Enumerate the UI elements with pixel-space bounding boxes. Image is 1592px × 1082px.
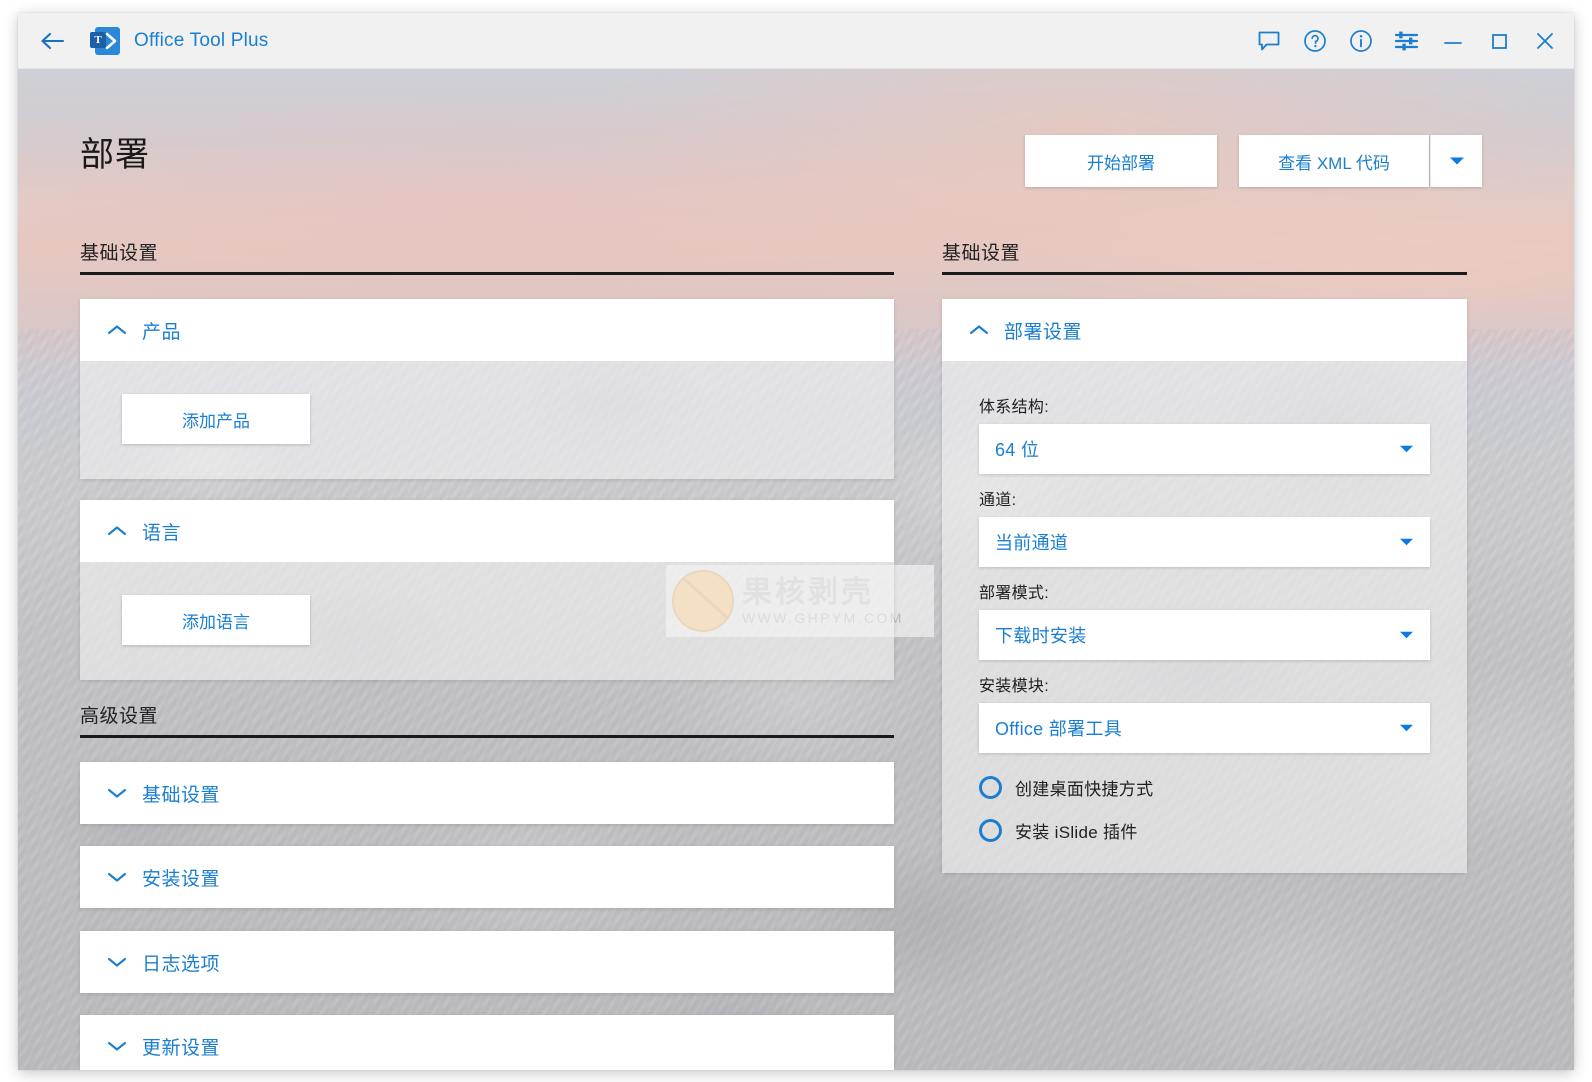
maximize-icon bbox=[1492, 33, 1507, 49]
chevron-down-icon bbox=[106, 1040, 128, 1052]
deploy-mode-label: 部署模式: bbox=[979, 585, 1049, 602]
chevron-down-icon bbox=[106, 956, 128, 968]
card-update-settings: 更新设置 bbox=[80, 1015, 894, 1070]
application-window: T Office Tool Plus 部署 开始部署 查看 XML 代码 基础设… bbox=[18, 13, 1574, 1070]
left-basic-section-label: 基础设置 bbox=[80, 243, 159, 264]
install-module-label: 安装模块: bbox=[979, 678, 1049, 695]
card-languages-body: 添加语言 bbox=[80, 562, 894, 680]
card-install-settings: 安装设置 bbox=[80, 846, 894, 908]
create-desktop-shortcut-toggle[interactable]: 创建桌面快捷方式 bbox=[979, 775, 1430, 800]
title-bar: T Office Tool Plus bbox=[18, 13, 1574, 69]
advanced-section-label: 高级设置 bbox=[80, 706, 159, 727]
chevron-up-icon bbox=[106, 525, 128, 537]
card-log-options-header[interactable]: 日志选项 bbox=[80, 931, 894, 993]
channel-select[interactable]: 当前通道 bbox=[979, 517, 1430, 567]
card-languages-title: 语言 bbox=[142, 522, 182, 544]
minimize-button[interactable] bbox=[1430, 19, 1476, 63]
add-language-button[interactable]: 添加语言 bbox=[122, 595, 310, 645]
feedback-icon bbox=[1258, 31, 1280, 50]
card-advanced-basic-header[interactable]: 基础设置 bbox=[80, 762, 894, 824]
header-action-group: 开始部署 查看 XML 代码 bbox=[1025, 135, 1482, 187]
create-desktop-shortcut-label: 创建桌面快捷方式 bbox=[1015, 780, 1154, 799]
channel-value: 当前通道 bbox=[995, 533, 1069, 553]
architecture-label: 体系结构: bbox=[979, 399, 1049, 416]
help-icon bbox=[1304, 29, 1326, 52]
logo-chevron-icon bbox=[105, 32, 117, 49]
feedback-button[interactable] bbox=[1246, 19, 1292, 63]
view-xml-dropdown-button[interactable] bbox=[1430, 135, 1482, 187]
right-basic-section-label: 基础设置 bbox=[942, 243, 1021, 264]
install-islide-toggle[interactable]: 安装 iSlide 插件 bbox=[979, 818, 1430, 843]
close-button[interactable] bbox=[1522, 19, 1568, 63]
start-deploy-button[interactable]: 开始部署 bbox=[1025, 135, 1217, 187]
page-title: 部署 bbox=[80, 136, 150, 174]
channel-label: 通道: bbox=[979, 492, 1017, 509]
deploy-page: 部署 开始部署 查看 XML 代码 基础设置 产品 添加产品 语言 添加语言 高… bbox=[18, 68, 1574, 1070]
titlebar-icon-group bbox=[1246, 19, 1568, 63]
chevron-down-icon bbox=[1449, 157, 1464, 165]
architecture-select[interactable]: 64 位 bbox=[979, 424, 1430, 474]
card-deploy-settings: 部署设置 体系结构: 64 位 通道: 当前通道 部署模式: 下载时安装 安装模… bbox=[942, 299, 1467, 873]
chevron-down-icon bbox=[1399, 724, 1414, 733]
install-module-value: Office 部署工具 bbox=[995, 719, 1122, 739]
card-deploy-settings-body: 体系结构: 64 位 通道: 当前通道 部署模式: 下载时安装 安装模块: Of… bbox=[942, 361, 1467, 873]
card-products-title: 产品 bbox=[142, 321, 182, 343]
card-advanced-basic: 基础设置 bbox=[80, 762, 894, 824]
deploy-mode-select[interactable]: 下载时安装 bbox=[979, 610, 1430, 660]
app-logo: T bbox=[90, 26, 120, 56]
info-icon bbox=[1350, 29, 1372, 52]
back-arrow-icon bbox=[41, 32, 65, 49]
card-update-settings-header[interactable]: 更新设置 bbox=[80, 1015, 894, 1070]
card-deploy-settings-header[interactable]: 部署设置 bbox=[942, 299, 1467, 361]
radio-circle-icon bbox=[979, 819, 1002, 842]
maximize-button[interactable] bbox=[1476, 19, 1522, 63]
help-button[interactable] bbox=[1292, 19, 1338, 63]
card-languages-header[interactable]: 语言 bbox=[80, 500, 894, 562]
chevron-up-icon bbox=[968, 324, 990, 336]
card-advanced-basic-title: 基础设置 bbox=[142, 784, 221, 806]
advanced-section-rule bbox=[80, 735, 894, 738]
chevron-down-icon bbox=[1399, 445, 1414, 454]
about-button[interactable] bbox=[1338, 19, 1384, 63]
view-xml-button[interactable]: 查看 XML 代码 bbox=[1239, 135, 1429, 187]
card-languages: 语言 添加语言 bbox=[80, 500, 894, 680]
app-title: Office Tool Plus bbox=[134, 29, 269, 51]
right-basic-section-rule bbox=[942, 272, 1467, 275]
chevron-down-icon bbox=[106, 871, 128, 883]
card-install-settings-title: 安装设置 bbox=[142, 868, 221, 890]
add-product-button[interactable]: 添加产品 bbox=[122, 394, 310, 444]
radio-circle-icon bbox=[979, 776, 1002, 799]
settings-button[interactable] bbox=[1384, 19, 1430, 63]
chevron-up-icon bbox=[106, 324, 128, 336]
content-area: 果核剥壳 WWW.GHPYM.COM 部署 开始部署 查看 XML 代码 基础设… bbox=[18, 68, 1574, 1070]
back-button[interactable] bbox=[30, 19, 76, 63]
card-update-settings-title: 更新设置 bbox=[142, 1037, 221, 1059]
left-basic-section-rule bbox=[80, 272, 894, 275]
chevron-down-icon bbox=[1399, 538, 1414, 547]
architecture-value: 64 位 bbox=[995, 440, 1040, 460]
install-islide-label: 安装 iSlide 插件 bbox=[1015, 823, 1138, 842]
card-install-settings-header[interactable]: 安装设置 bbox=[80, 846, 894, 908]
settings-sliders-icon bbox=[1394, 31, 1419, 50]
close-icon bbox=[1537, 32, 1553, 49]
card-products: 产品 添加产品 bbox=[80, 299, 894, 479]
card-log-options: 日志选项 bbox=[80, 931, 894, 993]
card-products-header[interactable]: 产品 bbox=[80, 299, 894, 361]
card-products-body: 添加产品 bbox=[80, 361, 894, 479]
chevron-down-icon bbox=[1399, 631, 1414, 640]
chevron-down-icon bbox=[106, 787, 128, 799]
install-module-select[interactable]: Office 部署工具 bbox=[979, 703, 1430, 753]
minimize-icon bbox=[1444, 41, 1462, 44]
card-deploy-settings-title: 部署设置 bbox=[1004, 321, 1083, 343]
card-log-options-title: 日志选项 bbox=[142, 953, 221, 975]
deploy-mode-value: 下载时安装 bbox=[995, 626, 1087, 646]
